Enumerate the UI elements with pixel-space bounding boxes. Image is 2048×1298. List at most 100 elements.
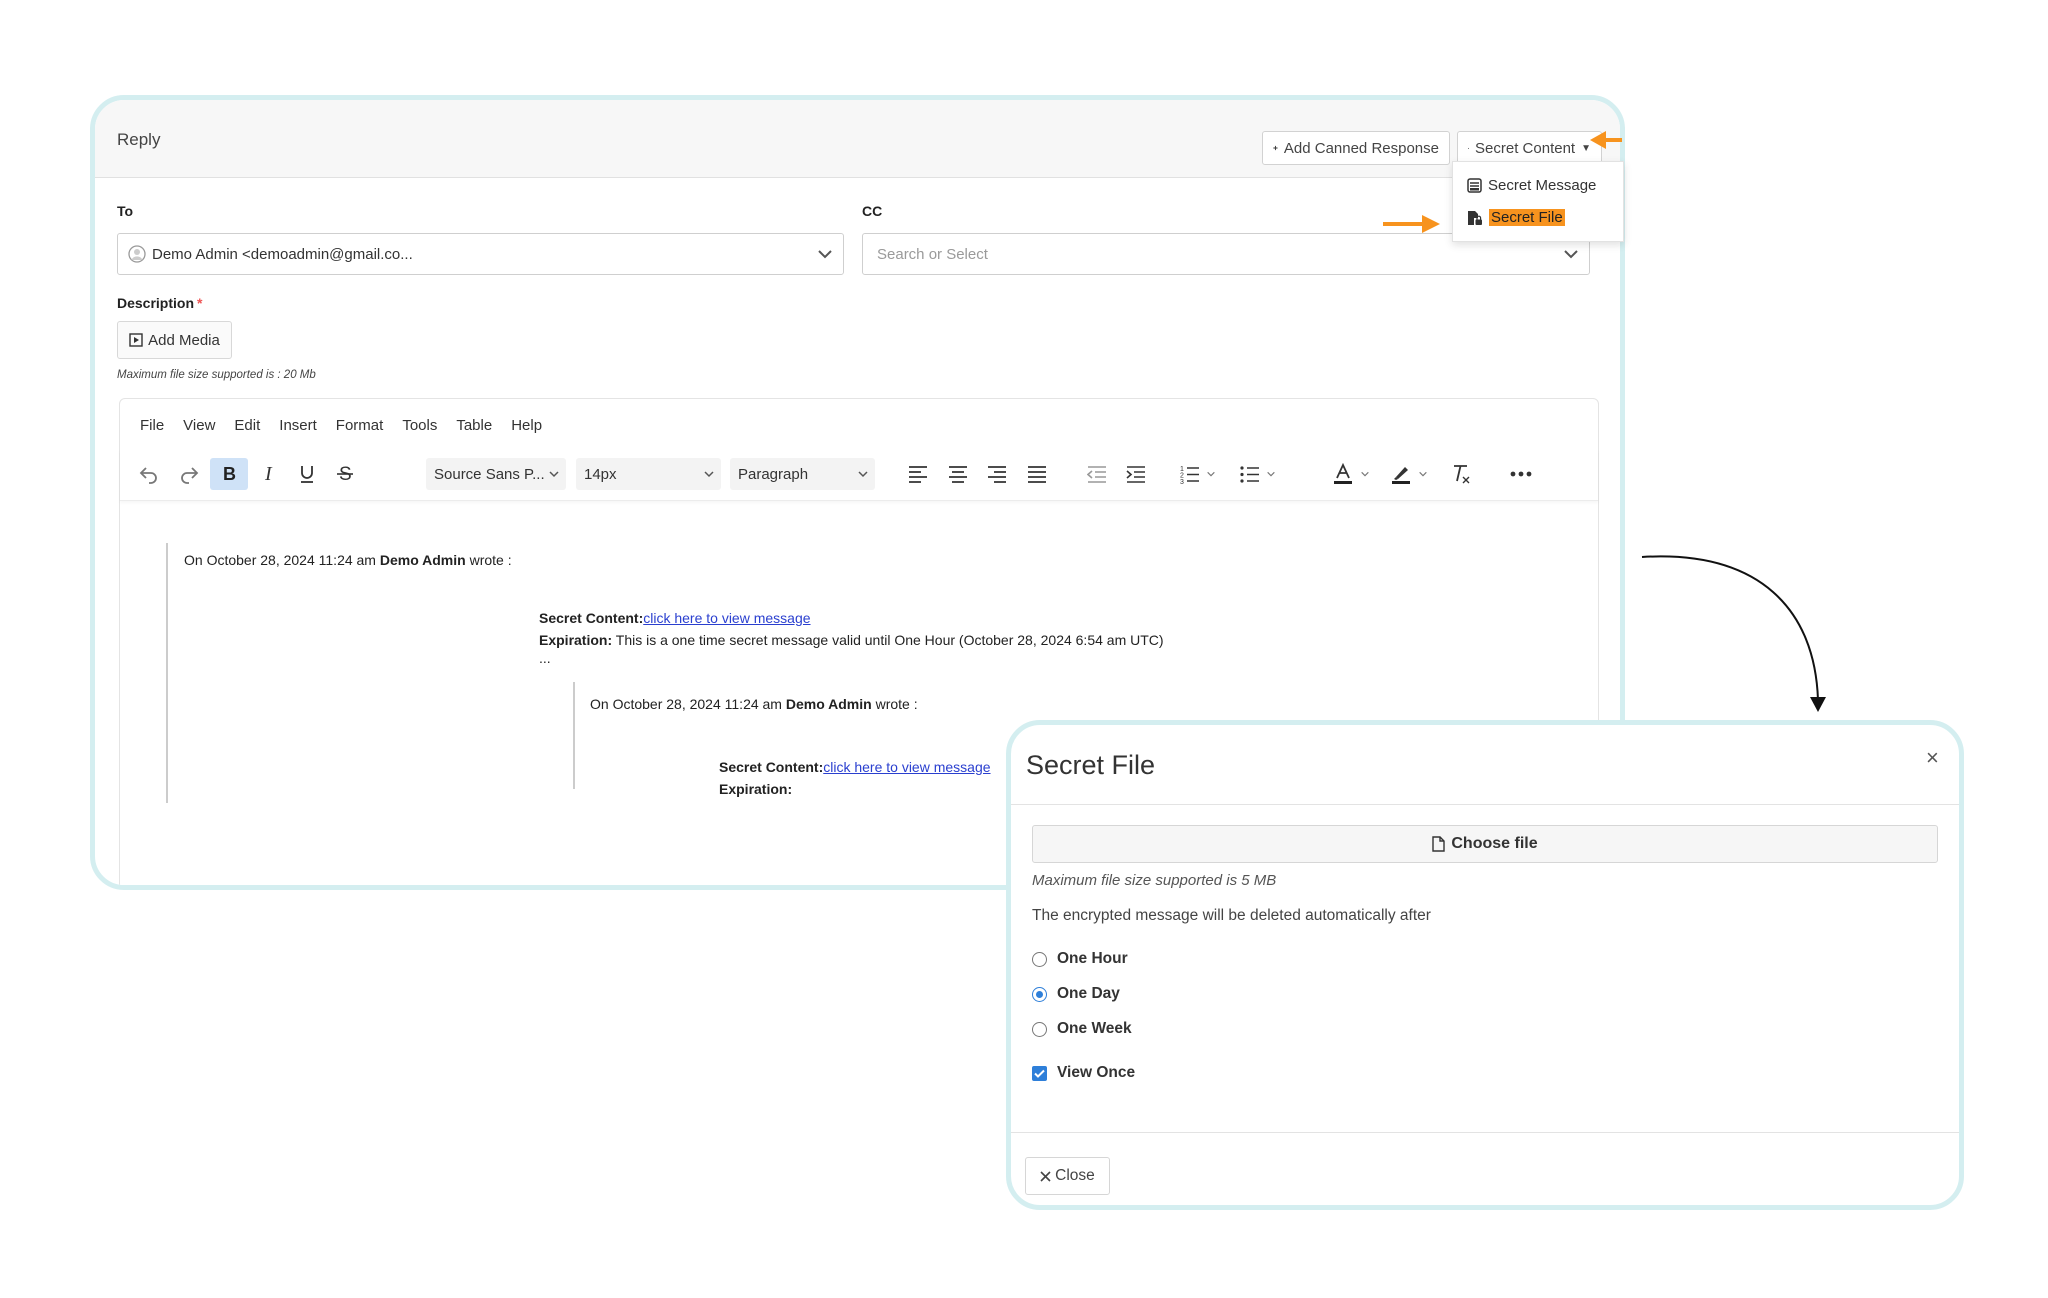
secret-content-button[interactable]: Secret Content ▼ [1457, 131, 1602, 165]
block-format-select[interactable]: Paragraph [730, 458, 875, 490]
font-family-select[interactable]: Source Sans P... [426, 458, 566, 490]
expiration-heading: Expiration: [539, 632, 613, 648]
menu-item-secret-message[interactable]: Secret Message [1467, 177, 1596, 194]
outdent-icon[interactable] [1082, 458, 1112, 490]
chevron-down-icon [1207, 471, 1215, 477]
block-format-value: Paragraph [738, 465, 809, 483]
redo-icon[interactable] [174, 458, 204, 490]
radio-one-week[interactable] [1032, 1021, 1047, 1037]
choose-file-button[interactable]: Choose file [1032, 825, 1938, 863]
numbered-list-icon[interactable]: 123 [1180, 458, 1224, 490]
add-media-label: Add Media [148, 331, 220, 349]
chevron-down-icon [704, 471, 714, 478]
menu-help[interactable]: Help [511, 417, 542, 434]
option-one-hour[interactable]: One Hour [1032, 950, 1128, 968]
editor-menubar: File View Edit Insert Format Tools Table… [140, 417, 561, 434]
menu-table[interactable]: Table [456, 417, 492, 434]
menu-edit[interactable]: Edit [234, 417, 260, 434]
author-name: Demo Admin [379, 552, 466, 568]
chevron-down-icon[interactable] [1561, 244, 1581, 264]
description-label: Description * [117, 295, 202, 311]
bold-icon[interactable]: B [210, 458, 248, 490]
reply-title: Reply [117, 130, 161, 149]
italic-icon[interactable]: I [254, 458, 284, 490]
option-view-once[interactable]: View Once [1032, 1064, 1135, 1082]
secret-content-menu: Secret Message Secret File [1452, 161, 1624, 242]
svg-text:3: 3 [1180, 479, 1184, 484]
option-one-day[interactable]: One Day [1032, 985, 1120, 1003]
close-button[interactable]: Close [1025, 1157, 1110, 1195]
align-center-icon[interactable] [943, 458, 973, 490]
inner-view-message-link[interactable]: click here to view message [823, 759, 990, 775]
clear-format-icon[interactable] [1446, 458, 1476, 490]
highlight-icon[interactable] [1390, 458, 1436, 490]
cc-placeholder: Search or Select [877, 245, 988, 263]
menu-item-secret-file[interactable]: Secret File [1467, 209, 1565, 226]
inner-wrote-suffix: wrote : [871, 696, 918, 712]
file-lock-icon [1468, 210, 1482, 225]
chevron-down-icon[interactable] [815, 244, 835, 264]
inner-expiration-line: Expiration: [719, 781, 792, 797]
menu-tools[interactable]: Tools [402, 417, 437, 434]
chevron-down-icon [1361, 471, 1369, 477]
max-file-size-note: Maximum file size supported is : 20 Mb [117, 369, 316, 381]
quote-border-inner [573, 682, 575, 789]
expiration-text: This is a one time secret message valid … [612, 632, 1164, 648]
option-one-week-label: One Week [1057, 1020, 1132, 1037]
strikethrough-icon[interactable]: S [330, 458, 360, 490]
option-one-week[interactable]: One Week [1032, 1020, 1132, 1038]
checkbox-view-once[interactable] [1032, 1065, 1047, 1081]
align-right-icon[interactable] [982, 458, 1012, 490]
secret-message-label: Secret Message [1488, 177, 1597, 194]
choose-file-label: Choose file [1451, 835, 1538, 852]
font-size-select[interactable]: 14px [576, 458, 721, 490]
reply-header: Reply Add Canned Response Secret Content… [95, 100, 1620, 178]
radio-one-hour[interactable] [1032, 951, 1047, 967]
menu-view[interactable]: View [183, 417, 215, 434]
inner-author-name: Demo Admin [785, 696, 872, 712]
add-media-button[interactable]: Add Media [117, 321, 232, 359]
align-justify-icon[interactable] [1022, 458, 1052, 490]
align-left-icon[interactable] [903, 458, 933, 490]
to-select[interactable]: Demo Admin <demoadmin@gmail.co... [117, 233, 844, 275]
bullet-list-icon[interactable] [1240, 458, 1284, 490]
file-icon [1432, 836, 1446, 852]
check-icon [1034, 1069, 1045, 1078]
modal-footer-divider [1011, 1132, 1959, 1133]
inner-wrote-prefix: On October 28, 2024 11:24 am [590, 696, 786, 712]
secret-file-modal: Secret File × Choose file Maximum file s… [1006, 720, 1964, 1210]
add-canned-response-label: Add Canned Response [1283, 139, 1439, 157]
media-icon [129, 333, 143, 347]
inner-quoted-header: On October 28, 2024 11:24 am Demo Admin … [590, 696, 918, 712]
option-one-hour-label: One Hour [1057, 950, 1128, 967]
indent-icon[interactable] [1121, 458, 1151, 490]
undo-icon[interactable] [134, 458, 164, 490]
underline-icon[interactable] [292, 458, 322, 490]
modal-header-divider [1011, 804, 1959, 805]
svg-text:B: B [223, 464, 236, 484]
caret-down-icon: ▼ [1581, 142, 1591, 154]
chevron-down-icon [858, 471, 868, 478]
cc-label: CC [862, 203, 883, 219]
view-message-link[interactable]: click here to view message [643, 610, 810, 626]
expiration-line: Expiration: This is a one time secret me… [539, 632, 1164, 648]
add-canned-response-button[interactable]: Add Canned Response [1262, 131, 1450, 165]
font-family-value: Source Sans P... [434, 465, 545, 483]
arrow-to-modal [1641, 555, 1826, 712]
menu-format[interactable]: Format [336, 417, 384, 434]
menu-file[interactable]: File [140, 417, 164, 434]
editor-toolbar: B I S Source Sans P... 14px Paragraph 1 … [120, 449, 1598, 501]
radio-one-day[interactable] [1032, 986, 1047, 1002]
secret-content-label: Secret Content [1475, 139, 1576, 157]
chevron-down-icon [1267, 471, 1275, 477]
text-color-icon[interactable] [1332, 458, 1378, 490]
required-mark: * [197, 295, 203, 311]
quoted-header: On October 28, 2024 11:24 am Demo Admin … [184, 552, 512, 568]
close-icon[interactable]: × [1926, 745, 1939, 771]
modal-title: Secret File [1026, 750, 1156, 780]
close-button-label: Close [1055, 1167, 1095, 1184]
more-icon[interactable] [1504, 458, 1538, 490]
ellipsis: ... [539, 650, 551, 666]
menu-insert[interactable]: Insert [279, 417, 317, 434]
message-icon [1467, 178, 1482, 193]
